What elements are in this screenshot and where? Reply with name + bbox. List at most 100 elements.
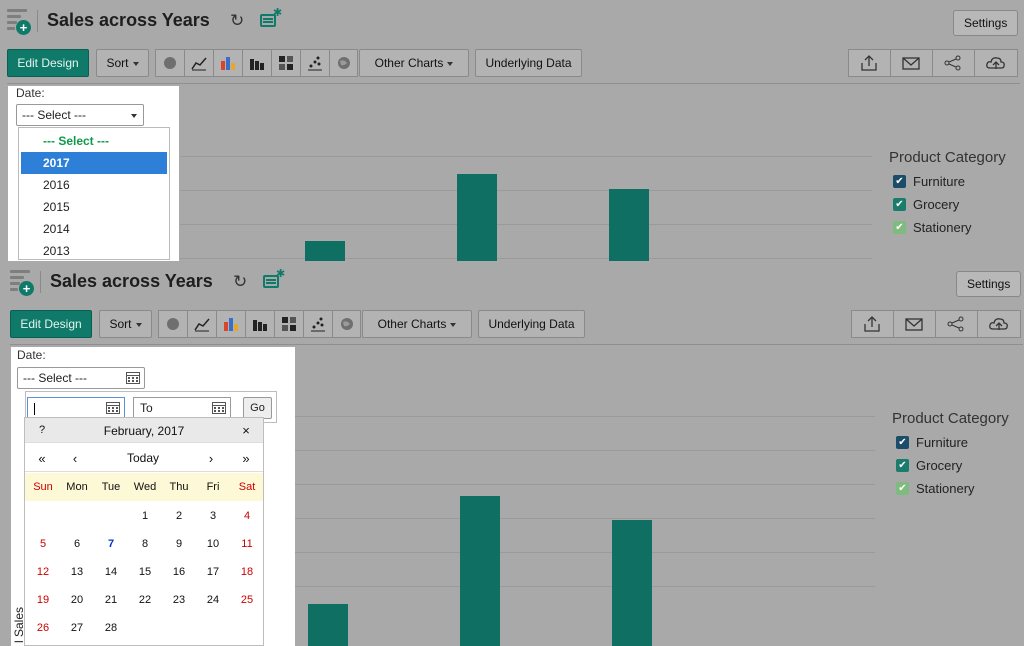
- from-date-input[interactable]: [27, 397, 125, 419]
- calendar-day[interactable]: 23: [165, 594, 193, 606]
- calendar-day[interactable]: 26: [29, 622, 57, 634]
- gridline: [180, 258, 872, 259]
- calendar-day[interactable]: 16: [165, 566, 193, 578]
- calendar-day[interactable]: 14: [97, 566, 125, 578]
- legend-label: Stationery: [916, 481, 975, 496]
- calendar-day[interactable]: 11: [233, 538, 261, 550]
- legend-title: Product Category: [889, 149, 1006, 166]
- date-select[interactable]: --- Select ---: [16, 104, 144, 126]
- gridline: [180, 190, 872, 191]
- calendar-day[interactable]: 6: [63, 538, 91, 550]
- calendar-help-button[interactable]: ?: [31, 424, 53, 436]
- checkbox-checked-icon: ✔: [896, 436, 909, 449]
- bar-mark: [305, 241, 345, 261]
- calendar-day[interactable]: 4: [233, 510, 261, 522]
- calendar-icon[interactable]: [106, 401, 120, 414]
- calendar-day[interactable]: 5: [29, 538, 57, 550]
- date-filter-label: Date:: [16, 86, 45, 100]
- calendar-day[interactable]: 3: [199, 510, 227, 522]
- checkbox-checked-icon: ✔: [893, 198, 906, 211]
- weekday-label: Thu: [169, 481, 189, 493]
- calendar-day[interactable]: 13: [63, 566, 91, 578]
- calendar-day[interactable]: 8: [131, 538, 159, 550]
- weekday-label: Wed: [133, 481, 157, 493]
- next-month-button[interactable]: ›: [200, 451, 222, 466]
- calendar-day[interactable]: 19: [29, 594, 57, 606]
- checkbox-checked-icon: ✔: [893, 221, 906, 234]
- calendar-day[interactable]: 28: [97, 622, 125, 634]
- report-panel-calendar: + Sales across Years ↻ ✱ Settings Edit D…: [0, 261, 1024, 646]
- calendar-nav-row: « ‹ Today › »: [25, 444, 263, 472]
- dropdown-option-selected[interactable]: 2017: [21, 152, 167, 174]
- calendar-icon: [126, 372, 140, 384]
- calendar-day[interactable]: 17: [199, 566, 227, 578]
- legend-label: Furniture: [913, 174, 966, 189]
- calendar-day[interactable]: 15: [131, 566, 159, 578]
- checkbox-checked-icon: ✔: [893, 175, 906, 188]
- calendar-day[interactable]: 1: [131, 510, 159, 522]
- select-value: --- Select ---: [22, 108, 86, 122]
- go-button[interactable]: Go: [243, 397, 272, 419]
- calendar-day[interactable]: 12: [29, 566, 57, 578]
- legend-label: Furniture: [916, 435, 969, 450]
- next-year-button[interactable]: »: [235, 451, 257, 466]
- gridline: [263, 484, 875, 485]
- calendar-day[interactable]: 9: [165, 538, 193, 550]
- calendar-day[interactable]: 21: [97, 594, 125, 606]
- calendar-day[interactable]: 7: [97, 538, 125, 550]
- dropdown-option[interactable]: 2015: [21, 196, 167, 218]
- calendar-day[interactable]: 22: [131, 594, 159, 606]
- dropdown-option[interactable]: --- Select ---: [21, 130, 167, 152]
- bar-mark: [609, 189, 649, 261]
- bar-mark: [460, 496, 500, 646]
- calendar-icon[interactable]: [212, 401, 226, 414]
- calendar-day[interactable]: 20: [63, 594, 91, 606]
- to-placeholder: To: [140, 401, 153, 415]
- y-axis-label: l Sales: [12, 606, 26, 643]
- calendar-day[interactable]: 2: [165, 510, 193, 522]
- today-button[interactable]: Today: [113, 451, 173, 465]
- calendar-month-title: February, 2017: [103, 424, 185, 438]
- calendar-day[interactable]: 18: [233, 566, 261, 578]
- calendar-close-icon[interactable]: ×: [235, 423, 257, 438]
- dropdown-option[interactable]: 2016: [21, 174, 167, 196]
- legend-label: Grocery: [913, 197, 960, 212]
- dropdown-option[interactable]: 2013: [21, 240, 167, 261]
- gridline: [263, 552, 875, 553]
- bar-mark: [612, 520, 652, 646]
- dropdown-option[interactable]: 2014: [21, 218, 167, 240]
- gridline: [180, 156, 872, 157]
- legend-label: Stationery: [913, 220, 972, 235]
- report-panel-dropdown: + Sales across Years ↻ ✱ Settings Edit D…: [0, 0, 1024, 261]
- weekday-label: Sat: [238, 481, 256, 493]
- calendar-day[interactable]: 27: [63, 622, 91, 634]
- checkbox-checked-icon: ✔: [896, 482, 909, 495]
- bar-mark: [308, 604, 348, 646]
- prev-month-button[interactable]: ‹: [64, 451, 86, 466]
- weekday-label: Sun: [33, 481, 53, 493]
- prev-year-button[interactable]: «: [31, 451, 53, 466]
- gridline: [263, 450, 875, 451]
- date-range-select[interactable]: --- Select ---: [17, 367, 145, 389]
- legend-label: Grocery: [916, 458, 963, 473]
- gridline: [263, 416, 875, 417]
- gridline: [263, 586, 875, 587]
- gridline: [263, 518, 875, 519]
- weekday-label: Mon: [66, 481, 88, 493]
- date-filter-panel: Date: --- Select --- --- Select --- 2017…: [8, 86, 179, 261]
- date-filter-label: Date:: [17, 348, 46, 362]
- calendar-weekday-row: Sun Mon Tue Wed Thu Fri Sat: [25, 473, 263, 501]
- weekday-label: Tue: [101, 481, 121, 493]
- chevron-down-icon: [131, 114, 137, 118]
- bar-mark: [457, 174, 497, 261]
- calendar-day[interactable]: 25: [233, 594, 261, 606]
- gridline: [180, 224, 872, 225]
- calendar-day[interactable]: 10: [199, 538, 227, 550]
- to-date-input[interactable]: To: [133, 397, 231, 419]
- legend-title: Product Category: [892, 410, 1009, 427]
- calendar-title-row: ? February, 2017 ×: [25, 418, 263, 443]
- calendar-day[interactable]: 24: [199, 594, 227, 606]
- date-dropdown: --- Select --- 2017 2016 2015 2014 2013: [18, 127, 170, 260]
- select-value: --- Select ---: [23, 371, 87, 385]
- calendar-popup: ? February, 2017 × « ‹ Today › » Sun Mon T…: [24, 417, 264, 646]
